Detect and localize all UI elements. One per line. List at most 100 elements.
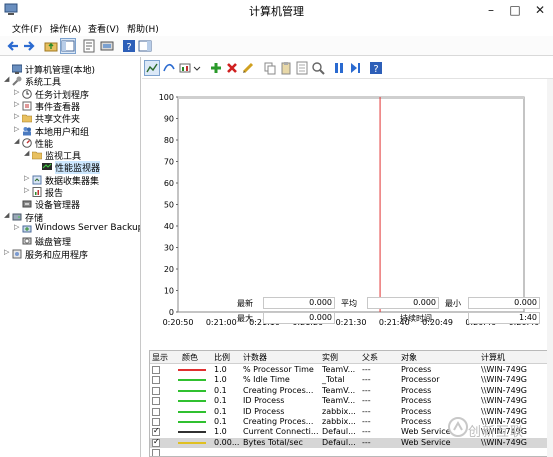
tools-icon xyxy=(12,76,22,87)
show-checkbox[interactable] xyxy=(152,376,160,385)
counter-table-header: 显示 颜色 比例 计数器 实例 父系 对象 计算机 xyxy=(150,351,552,364)
show-checkbox[interactable] xyxy=(152,397,160,406)
folder-icon xyxy=(22,114,32,123)
collapsed-arrow-icon[interactable]: ▷ xyxy=(14,125,19,133)
series-color-swatch xyxy=(178,389,206,392)
show-checkbox[interactable] xyxy=(152,366,160,374)
properties-page-icon[interactable] xyxy=(295,61,309,75)
col-parent[interactable]: 父系 xyxy=(362,352,378,363)
graph-plot-area: 10090807060504030201000:20:50 0:21:00 0:21… xyxy=(159,93,540,327)
cell-object: Process xyxy=(401,396,432,406)
show-checkbox[interactable] xyxy=(152,426,160,437)
table-row[interactable] xyxy=(150,448,552,456)
menu-view[interactable]: 查看(V) xyxy=(88,22,119,35)
cell-instance: zabbix... xyxy=(322,406,356,416)
menu-help[interactable]: 帮助(H) xyxy=(127,22,159,35)
cell-parent: --- xyxy=(362,385,371,395)
freeze-display-icon[interactable] xyxy=(332,61,346,75)
cell-scale: 0.1 xyxy=(214,396,227,406)
average-value: 0.000 xyxy=(367,297,439,309)
table-row[interactable]: 1.0 % Idle Time _Total --- Processor \\WIN-74… xyxy=(150,375,552,385)
view-current-activity-icon[interactable] xyxy=(162,61,176,75)
cell-parent: --- xyxy=(362,365,371,374)
cell-scale: 0.1 xyxy=(214,417,227,426)
collapsed-arrow-icon[interactable]: ▷ xyxy=(4,248,9,256)
col-object[interactable]: 对象 xyxy=(401,352,417,363)
forward-arrow-icon[interactable] xyxy=(22,39,36,53)
menu-action[interactable]: 操作(A) xyxy=(50,22,81,35)
cell-instance: TeamV... xyxy=(322,396,356,406)
table-row[interactable]: 0.1 Creating Proces... TeamV... --- Process \… xyxy=(150,385,552,396)
cell-counter: Bytes Total/sec xyxy=(243,437,303,447)
maximum-label: 最大 xyxy=(237,314,253,323)
collapsed-arrow-icon[interactable]: ▷ xyxy=(14,88,19,96)
help-icon[interactable]: ? xyxy=(122,39,136,53)
col-counter[interactable]: 计数器 xyxy=(243,352,267,363)
help-icon[interactable]: ? xyxy=(369,61,383,75)
collapsed-arrow-icon[interactable]: ▷ xyxy=(14,100,19,108)
expanded-arrow-icon[interactable]: ◢ xyxy=(4,75,9,83)
paste-counter-icon[interactable] xyxy=(279,61,293,75)
col-color[interactable]: 颜色 xyxy=(182,352,198,363)
series-color-swatch xyxy=(178,410,206,413)
col-show[interactable]: 显示 xyxy=(152,352,168,363)
close-button[interactable]: ✕ xyxy=(530,0,550,20)
menu-file[interactable]: 文件(F) xyxy=(12,22,42,35)
highlight-pencil-icon[interactable] xyxy=(241,61,255,75)
expanded-arrow-icon[interactable]: ◢ xyxy=(24,149,29,157)
col-scale[interactable]: 比例 xyxy=(214,352,230,363)
table-row[interactable]: 1.0 % Processor Time TeamV... --- Process \\W… xyxy=(150,365,552,375)
y-tick-label: 20 xyxy=(164,265,174,274)
col-instance[interactable]: 实例 xyxy=(322,352,338,363)
table-row[interactable]: 0.1 ID Process TeamV... --- Process \\WIN-749… xyxy=(150,396,552,406)
cell-scale: 1.0 xyxy=(214,365,227,374)
series-color-swatch xyxy=(178,400,206,403)
show-checkbox[interactable] xyxy=(152,386,160,395)
report-icon xyxy=(32,187,42,197)
show-tree-icon[interactable] xyxy=(60,38,76,54)
show-checkbox[interactable] xyxy=(152,437,160,447)
export-list-icon[interactable] xyxy=(100,39,114,53)
cell-scale: 1.0 xyxy=(214,427,227,437)
cell-instance: Defaul... xyxy=(322,427,356,437)
collapsed-arrow-icon[interactable]: ▷ xyxy=(14,112,19,120)
show-checkbox[interactable] xyxy=(152,418,160,426)
plot-frame xyxy=(177,96,525,313)
zoom-icon[interactable] xyxy=(311,61,325,75)
col-computer[interactable]: 计算机 xyxy=(481,352,505,363)
properties-icon[interactable] xyxy=(82,39,96,53)
show-action-pane-icon[interactable] xyxy=(138,39,152,53)
cell-object: Process xyxy=(401,365,432,374)
cell-counter: % Idle Time xyxy=(243,375,290,385)
y-tick-label: 60 xyxy=(164,179,174,188)
update-data-icon[interactable] xyxy=(348,61,362,75)
show-checkbox[interactable] xyxy=(152,407,160,416)
cell-parent: --- xyxy=(362,427,371,437)
copy-properties-icon[interactable] xyxy=(263,61,277,75)
change-graph-type-icon[interactable] xyxy=(178,61,192,75)
cell-scale: 1.0 xyxy=(214,375,227,385)
chevron-down-icon[interactable] xyxy=(193,61,201,75)
watermark: 创新互联 xyxy=(446,413,546,447)
expanded-arrow-icon[interactable]: ◢ xyxy=(4,211,9,219)
cell-instance: TeamV... xyxy=(322,385,356,395)
collapsed-arrow-icon[interactable]: ▷ xyxy=(24,186,29,194)
collapsed-arrow-icon[interactable]: ▷ xyxy=(24,174,29,182)
tree-item-label: 性能 xyxy=(35,139,54,150)
cell-scale: 0.1 xyxy=(214,385,227,395)
maximize-button[interactable]: □ xyxy=(505,0,525,20)
show-checkbox[interactable] xyxy=(152,449,160,456)
cell-counter: Creating Proces... xyxy=(243,417,314,426)
add-counter-icon[interactable] xyxy=(209,61,223,75)
plot-top-band xyxy=(178,96,524,99)
cell-parent: --- xyxy=(362,406,371,416)
delete-counter-icon[interactable] xyxy=(225,61,239,75)
expanded-arrow-icon[interactable]: ◢ xyxy=(14,137,19,145)
back-arrow-icon[interactable] xyxy=(6,39,20,53)
up-folder-icon[interactable] xyxy=(44,39,58,53)
cell-instance: Defaul... xyxy=(322,437,356,447)
view-graph-icon[interactable] xyxy=(144,60,160,76)
collapsed-arrow-icon[interactable]: ▷ xyxy=(14,223,19,231)
minimize-button[interactable]: – xyxy=(481,0,501,20)
cell-scale: 0.1 xyxy=(214,406,227,416)
